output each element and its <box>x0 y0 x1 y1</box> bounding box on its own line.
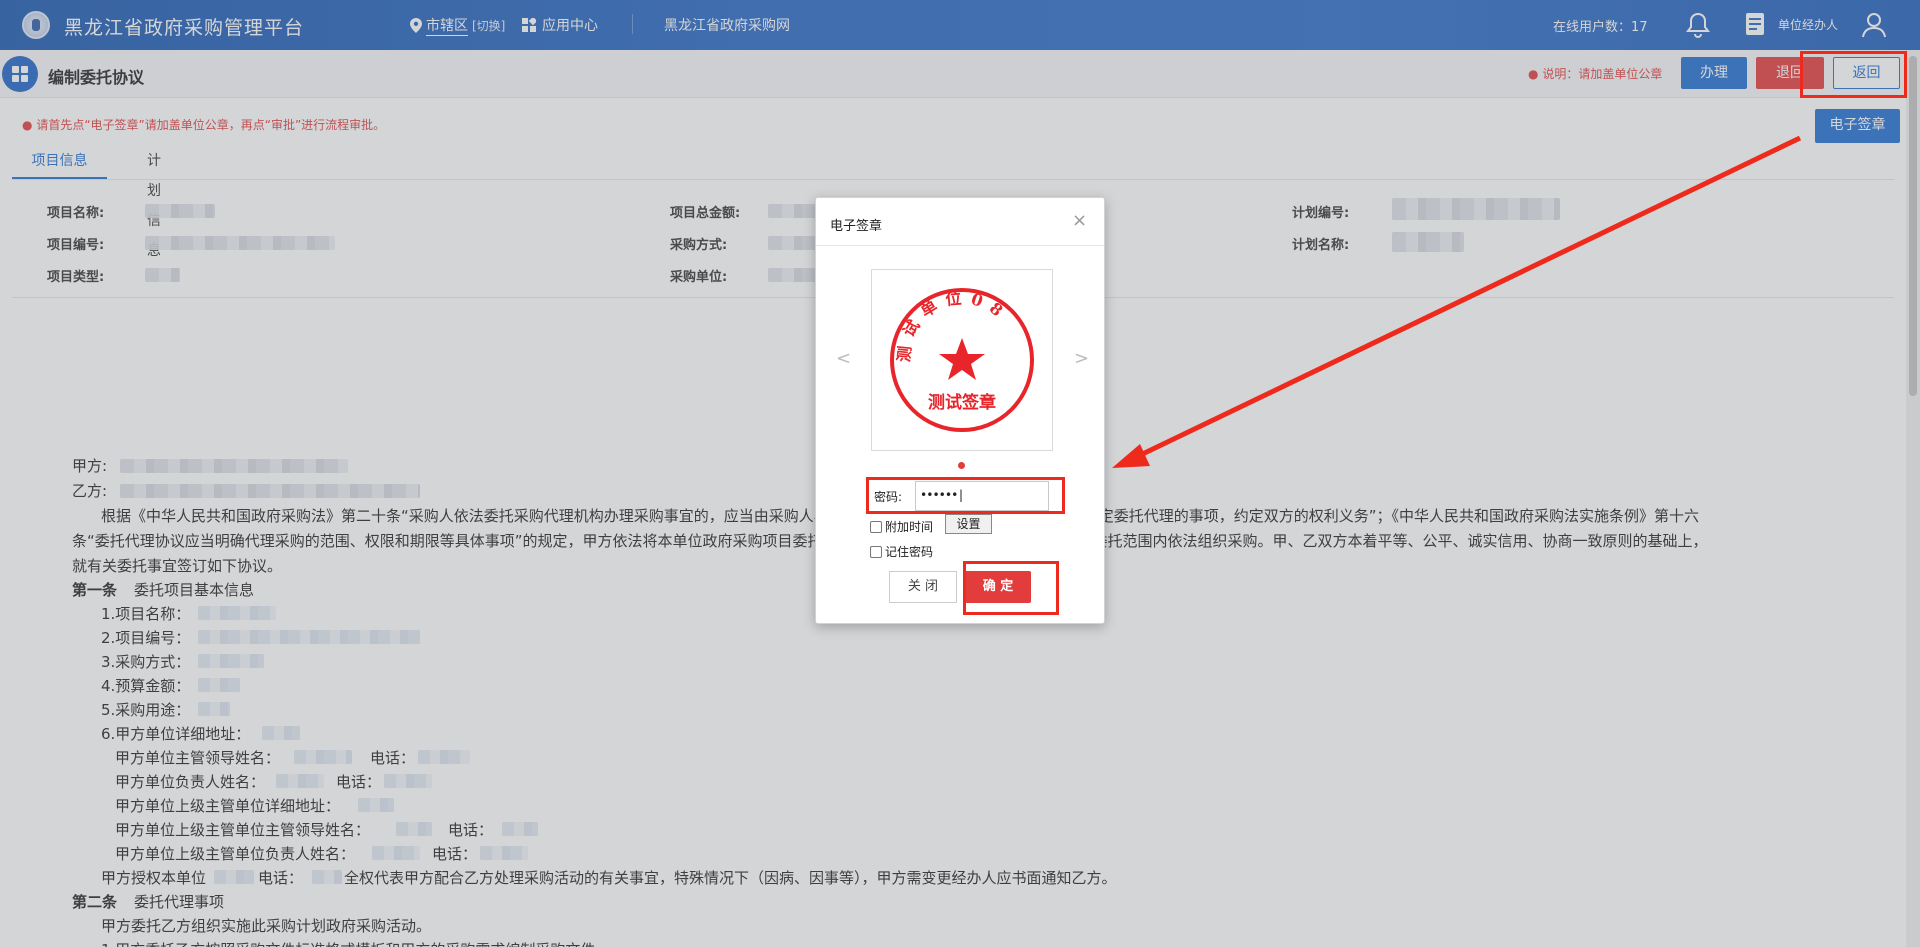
checkbox-box[interactable] <box>870 545 882 558</box>
close-icon[interactable]: × <box>1072 210 1087 231</box>
remember-password-label: 记住密码 <box>885 545 934 559</box>
seal-stamp-icon: 测试签章 测试单位08 <box>890 288 1034 432</box>
settings-button[interactable]: 设置 <box>945 514 992 534</box>
annotation-highlight-password <box>866 477 1065 514</box>
esign-dialog: 电子签章 × < 测试签章 测试单位08 > 密码: ••••••| 附加时间 … <box>815 197 1105 624</box>
remember-password-checkbox[interactable]: 记住密码 <box>870 543 933 560</box>
prev-seal-arrow[interactable]: < <box>836 348 851 369</box>
annotation-highlight-ok <box>963 561 1059 615</box>
carousel-indicator[interactable] <box>958 462 965 469</box>
svg-text:测试签章: 测试签章 <box>928 392 996 413</box>
dialog-divider <box>816 245 1104 246</box>
dialog-close-button[interactable]: 关 闭 <box>889 571 957 603</box>
seal-preview: 测试签章 测试单位08 <box>871 269 1053 451</box>
dialog-title: 电子签章 <box>830 219 883 234</box>
annotation-highlight-esign <box>1800 51 1907 98</box>
next-seal-arrow[interactable]: > <box>1074 348 1089 369</box>
add-time-checkbox[interactable]: 附加时间 <box>870 518 933 535</box>
add-time-label: 附加时间 <box>885 520 934 534</box>
checkbox-box[interactable] <box>870 520 882 533</box>
